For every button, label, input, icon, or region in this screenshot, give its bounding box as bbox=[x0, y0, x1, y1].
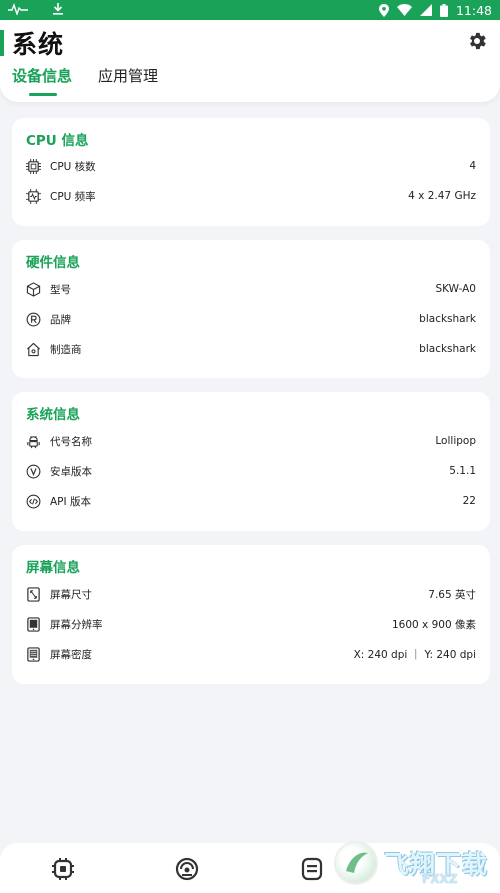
page-title: 系统 bbox=[12, 30, 65, 59]
nav-storage-icon[interactable] bbox=[300, 857, 324, 881]
list-item: 屏幕密度 X: 240 dpi ｜ Y: 240 dpi bbox=[26, 644, 476, 664]
row-label: 制造商 bbox=[50, 343, 82, 356]
tablet-icon bbox=[26, 616, 41, 632]
row-value: 1600 x 900 像素 bbox=[392, 618, 476, 631]
card-title: CPU 信息 bbox=[26, 133, 89, 149]
tab-label: 设备信息 bbox=[12, 67, 73, 85]
download-icon bbox=[52, 2, 64, 18]
registered-icon bbox=[26, 312, 41, 327]
row-label: 代号名称 bbox=[50, 435, 92, 448]
row-value: SKW-A0 bbox=[435, 283, 476, 295]
tab-app-management[interactable]: 应用管理 bbox=[98, 65, 158, 96]
list-item: 型号 SKW-A0 bbox=[26, 279, 476, 299]
row-value: 4 x 2.47 GHz bbox=[408, 190, 476, 202]
card-title: 屏幕信息 bbox=[26, 560, 80, 576]
row-label: 安卓版本 bbox=[50, 465, 92, 478]
status-time: 11:48 bbox=[455, 2, 492, 18]
row-value: X: 240 dpi ｜ Y: 240 dpi bbox=[353, 648, 476, 661]
hardware-info-card: 硬件信息 型号 SKW-A0 品牌 blackshark 制造商 blacksh… bbox=[12, 240, 490, 378]
row-label: 型号 bbox=[50, 283, 71, 296]
row-value: 4 bbox=[469, 160, 476, 172]
wifi-icon bbox=[396, 4, 412, 16]
row-value: 7.65 英寸 bbox=[428, 588, 476, 601]
list-item: 屏幕尺寸 7.65 英寸 bbox=[26, 584, 476, 604]
code-icon bbox=[26, 494, 41, 509]
list-item: CPU 核数 4 bbox=[26, 156, 476, 176]
list-item: 安卓版本 5.1.1 bbox=[26, 461, 476, 481]
cpu-info-card: CPU 信息 CPU 核数 4 CPU 频率 4 x 2.47 GHz bbox=[12, 118, 490, 226]
card-title: 系统信息 bbox=[26, 407, 80, 423]
row-label: 屏幕尺寸 bbox=[50, 588, 92, 601]
row-label: 屏幕密度 bbox=[50, 648, 92, 661]
list-item: 代号名称 Lollipop bbox=[26, 431, 476, 451]
nav-device-icon[interactable] bbox=[51, 857, 75, 881]
title-accent-bar bbox=[0, 30, 4, 56]
row-label: CPU 频率 bbox=[50, 190, 96, 203]
row-value: blackshark bbox=[419, 343, 476, 355]
watermark-subtext: FXXZ bbox=[422, 872, 458, 886]
chip-icon bbox=[26, 158, 41, 174]
row-label: API 版本 bbox=[50, 495, 91, 508]
screen-info-card: 屏幕信息 屏幕尺寸 7.65 英寸 屏幕分辨率 1600 x 900 像素 屏幕… bbox=[12, 545, 490, 684]
list-item: CPU 频率 4 x 2.47 GHz bbox=[26, 186, 476, 206]
tab-device-info[interactable]: 设备信息 bbox=[12, 65, 72, 96]
row-label: 品牌 bbox=[50, 313, 71, 326]
signal-icon bbox=[419, 4, 432, 16]
card-title: 硬件信息 bbox=[26, 255, 80, 271]
gear-icon[interactable] bbox=[466, 30, 488, 52]
location-icon bbox=[378, 3, 389, 17]
tab-indicator bbox=[29, 93, 57, 96]
row-value: 22 bbox=[462, 495, 476, 507]
home-icon bbox=[26, 342, 41, 357]
row-value: 5.1.1 bbox=[449, 465, 476, 477]
density-icon bbox=[26, 646, 41, 662]
system-info-card: 系统信息 代号名称 Lollipop 安卓版本 5.1.1 API 版本 22 bbox=[12, 392, 490, 531]
list-item: 屏幕分辨率 1600 x 900 像素 bbox=[26, 614, 476, 634]
nav-monitor-icon[interactable] bbox=[175, 857, 199, 881]
row-value: blackshark bbox=[419, 313, 476, 325]
list-item: 制造商 blackshark bbox=[26, 339, 476, 359]
row-value: Lollipop bbox=[435, 435, 476, 447]
tab-bar: 设备信息 应用管理 bbox=[12, 65, 158, 96]
status-bar: 11:48 bbox=[0, 0, 500, 20]
android-icon bbox=[26, 434, 41, 449]
list-item: API 版本 22 bbox=[26, 491, 476, 511]
version-icon bbox=[26, 464, 41, 479]
frequency-icon bbox=[26, 188, 41, 204]
tab-label: 应用管理 bbox=[98, 67, 159, 85]
row-label: CPU 核数 bbox=[50, 160, 96, 173]
watermark-logo: 飞翔下载 FXXZ bbox=[334, 832, 500, 893]
watermark-emblem-icon bbox=[334, 840, 378, 885]
header: 系统 设备信息 应用管理 bbox=[0, 20, 500, 102]
activity-icon bbox=[8, 2, 28, 18]
row-label: 屏幕分辨率 bbox=[50, 618, 103, 631]
list-item: 品牌 blackshark bbox=[26, 309, 476, 329]
screen-size-icon bbox=[26, 586, 41, 602]
cube-icon bbox=[26, 281, 41, 297]
battery-icon bbox=[439, 3, 448, 17]
